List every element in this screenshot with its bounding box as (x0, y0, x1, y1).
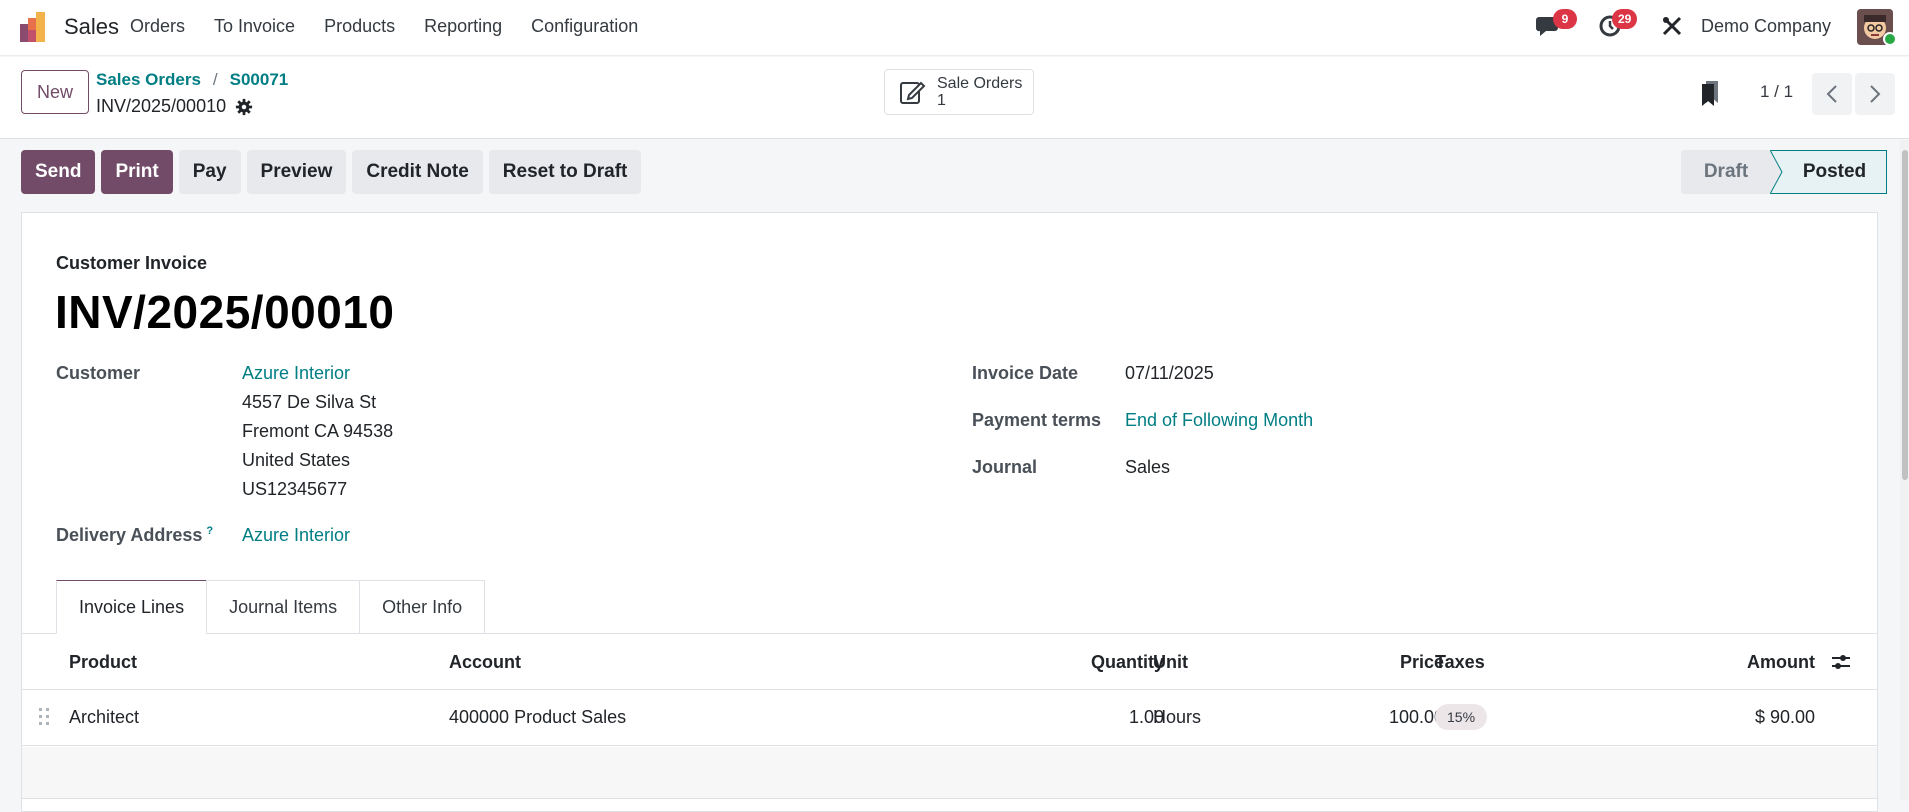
customer-link[interactable]: Azure Interior (242, 363, 350, 384)
chevron-right-icon (1870, 85, 1881, 103)
status-draft[interactable]: Draft (1681, 150, 1771, 194)
pager-next-button[interactable] (1855, 73, 1895, 115)
top-navbar: Sales Orders To Invoice Products Reporti… (0, 0, 1909, 56)
scrollbar-thumb[interactable] (1902, 150, 1908, 480)
sale-orders-smart-button[interactable]: Sale Orders 1 (884, 69, 1034, 115)
tab-invoice-lines[interactable]: Invoice Lines (56, 580, 208, 634)
line-tax-badge[interactable]: 15% (1435, 704, 1488, 730)
menu-products[interactable]: Products (324, 16, 395, 37)
menu-configuration[interactable]: Configuration (531, 16, 638, 37)
delivery-address-label-text: Delivery Address (56, 525, 203, 545)
debug-tools-icon[interactable] (1661, 15, 1683, 37)
column-amount[interactable]: Amount (1747, 652, 1815, 673)
column-account[interactable]: Account (449, 652, 521, 673)
customer-label: Customer (56, 363, 141, 383)
invoice-name: INV/2025/00010 (55, 286, 395, 338)
menu-to-invoice[interactable]: To Invoice (214, 16, 295, 37)
print-button[interactable]: Print (101, 150, 173, 194)
address-line-3: United States (242, 450, 351, 470)
help-tooltip-icon[interactable]: ? (206, 525, 213, 537)
pager-value[interactable]: 1 / 1 (1760, 82, 1793, 102)
breadcrumb: Sales Orders / S00071 (96, 70, 288, 90)
line-product[interactable]: Architect (69, 707, 139, 728)
pay-button[interactable]: Pay (178, 150, 241, 194)
delivery-address-label: Delivery Address? (56, 525, 213, 546)
online-status-dot (1883, 32, 1897, 46)
app-name[interactable]: Sales (64, 14, 119, 40)
edit-document-icon (900, 81, 926, 104)
status-arrow-icon (1770, 150, 1783, 194)
pager-previous-button[interactable] (1812, 73, 1852, 115)
delivery-address-link[interactable]: Azure Interior (242, 525, 350, 546)
invoice-lines-header: Product Account Quantity Unit Price Taxe… (22, 634, 1877, 690)
sales-app-logo-icon[interactable] (20, 12, 50, 42)
notebook-tabs: Invoice Lines Journal Items Other Info (56, 580, 486, 634)
menu-reporting[interactable]: Reporting (424, 16, 502, 37)
line-amount: $ 90.00 (1754, 707, 1815, 727)
menu-orders[interactable]: Orders (130, 16, 185, 37)
breadcrumb-separator: / (212, 70, 218, 89)
table-row[interactable]: Architect 400000 Product Sales 1.00 Hour… (22, 690, 1877, 746)
activities-count-badge: 29 (1612, 9, 1638, 29)
bookmark-icon[interactable] (1700, 79, 1722, 107)
column-settings-icon[interactable] (1831, 652, 1851, 672)
journal-value[interactable]: Sales (1125, 457, 1170, 478)
send-button[interactable]: Send (21, 150, 96, 194)
journal-label: Journal (972, 457, 1038, 477)
payment-terms-link[interactable]: End of Following Month (1125, 410, 1313, 431)
chevron-left-icon (1826, 85, 1837, 103)
new-button[interactable]: New (21, 70, 89, 114)
messages-count-badge: 9 (1553, 9, 1577, 29)
invoice-date-label: Invoice Date (972, 363, 1079, 383)
main-menu: Orders To Invoice Products Reporting Con… (130, 16, 667, 37)
breadcrumb-order[interactable]: S00071 (230, 70, 289, 90)
payment-terms-label: Payment terms (972, 410, 1102, 430)
column-taxes[interactable]: Taxes (1435, 652, 1485, 673)
gear-icon[interactable] (235, 98, 253, 116)
breadcrumb-sales-orders[interactable]: Sales Orders (96, 70, 201, 90)
tab-journal-items[interactable]: Journal Items (206, 580, 361, 634)
smart-button-count: 1 (937, 92, 946, 109)
empty-table-row (22, 747, 1877, 799)
invoice-date-value[interactable]: 07/11/2025 (1125, 363, 1214, 384)
address-vat: US12345677 (242, 479, 348, 499)
credit-note-button[interactable]: Credit Note (352, 150, 483, 194)
reset-to-draft-button[interactable]: Reset to Draft (488, 150, 642, 194)
company-switcher[interactable]: Demo Company (1701, 16, 1831, 37)
drag-handle-icon[interactable] (38, 707, 50, 727)
control-panel: New Sales Orders / S00071 INV/2025/00010… (0, 57, 1909, 139)
line-unit[interactable]: Hours (1153, 707, 1201, 728)
invoice-type-label: Customer Invoice (56, 253, 208, 273)
smart-button-label: Sale Orders (937, 75, 1023, 92)
column-product[interactable]: Product (69, 652, 137, 673)
record-title: INV/2025/00010 (96, 96, 253, 117)
record-name: INV/2025/00010 (96, 96, 227, 116)
action-bar: Send Print Pay Preview Credit Note Reset… (21, 150, 647, 194)
invoice-form-sheet: Customer Invoice INV/2025/00010 Customer… (21, 212, 1878, 812)
line-account[interactable]: 400000 Product Sales (449, 707, 626, 728)
column-unit[interactable]: Unit (1153, 652, 1188, 673)
address-line-1: 4557 De Silva St (242, 392, 377, 412)
address-line-2: Fremont CA 94538 (242, 421, 394, 441)
tab-other-info[interactable]: Other Info (359, 580, 486, 634)
status-bar: Draft Posted (1681, 150, 1887, 194)
preview-button[interactable]: Preview (246, 150, 347, 194)
status-posted[interactable]: Posted (1770, 150, 1887, 194)
status-posted-label: Posted (1802, 161, 1867, 182)
